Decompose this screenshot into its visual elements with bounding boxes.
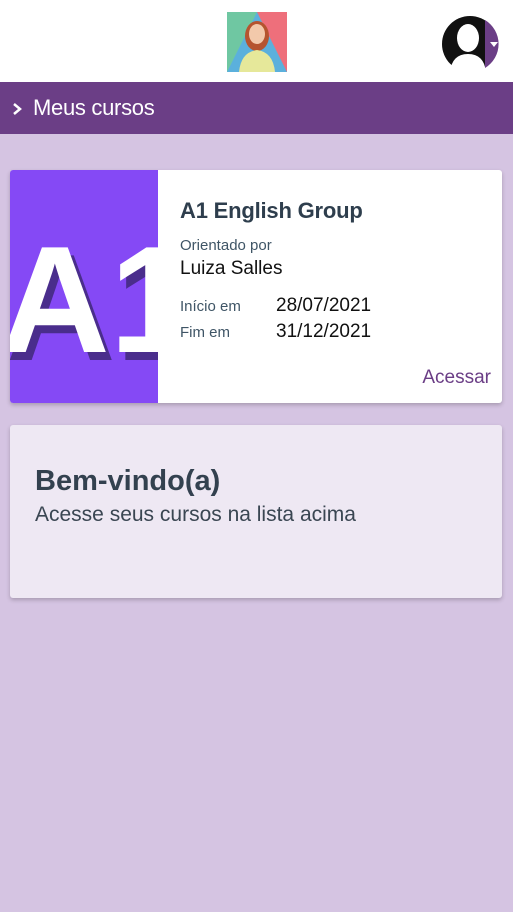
start-date-value: 28/07/2021 — [276, 295, 372, 316]
chevron-right-icon — [13, 103, 22, 115]
mentor-name: Luiza Salles — [180, 258, 283, 279]
end-date-value: 31/12/2021 — [276, 321, 372, 342]
start-date-label: Início em — [180, 298, 241, 315]
welcome-card: Bem-vindo(a) Acesse seus cursos na lista… — [10, 425, 502, 598]
course-title: A1 English Group — [180, 198, 363, 223]
course-thumbnail[interactable]: A1 A1 — [10, 170, 158, 403]
welcome-subtitle: Acesse seus cursos na lista acima — [35, 503, 356, 526]
top-bar — [0, 0, 513, 82]
course-info: A1 English Group Orientado por Luiza Sal… — [180, 170, 502, 403]
access-course-link[interactable]: Acessar — [422, 367, 491, 389]
user-avatar-icon[interactable] — [440, 16, 500, 72]
nav-title: Meus cursos — [33, 95, 155, 120]
end-date-label: Fim em — [180, 324, 230, 341]
course-card[interactable]: A1 A1 A1 English Group Orientado por Lui… — [10, 170, 502, 403]
mentor-label: Orientado por — [180, 237, 272, 254]
instructor-photo[interactable] — [227, 12, 287, 72]
welcome-title: Bem-vindo(a) — [35, 465, 221, 497]
thumbnail-text: A1 — [10, 215, 158, 385]
my-courses-header[interactable]: Meus cursos — [0, 82, 513, 134]
